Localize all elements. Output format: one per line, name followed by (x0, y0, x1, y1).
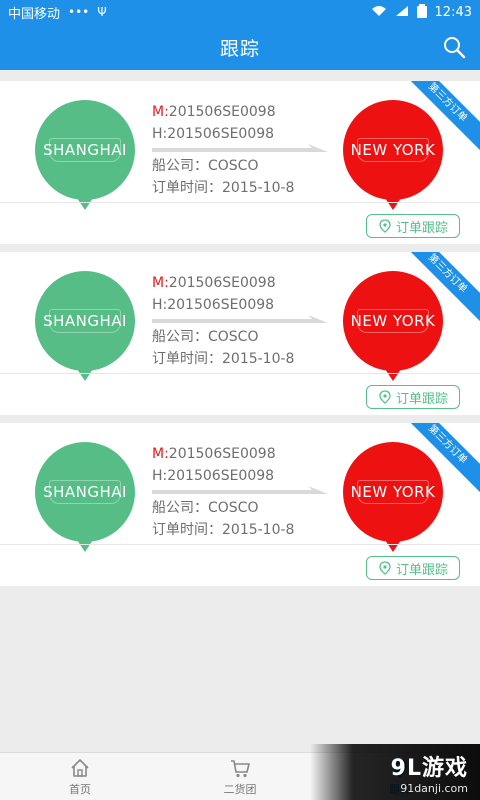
m-number: 201506SE0098 (168, 446, 276, 462)
route-arrow-icon (152, 144, 328, 152)
order-date-value: 2015-10-8 (222, 522, 295, 538)
m-number: 201506SE0098 (168, 104, 276, 120)
m-number: 201506SE0098 (168, 275, 276, 291)
destination-pin: NEW YORK (343, 442, 443, 542)
app-header: 跟踪 (0, 24, 480, 70)
destination-pin: NEW YORK (343, 271, 443, 371)
page-title: 跟踪 (219, 37, 260, 60)
origin-city: SHANGHAI (43, 312, 127, 330)
m-label: M: (152, 446, 169, 462)
tab-group-buy[interactable]: 二货团 (160, 753, 320, 800)
divider (0, 202, 480, 203)
order-date-value: 2015-10-8 (222, 180, 295, 196)
wifi-icon (371, 5, 387, 20)
carrier-name: 中国移动 (8, 6, 61, 22)
signal-dots: ••• (68, 5, 90, 19)
order-date-value: 2015-10-8 (222, 351, 295, 367)
battery-icon (416, 3, 427, 21)
order-card[interactable]: SHANGHAI M:201506SE0098 H:201506SE0098 船… (0, 81, 480, 244)
carrier-value: COSCO (208, 329, 259, 345)
order-route: SHANGHAI M:201506SE0098 H:201506SE0098 船… (0, 252, 480, 372)
status-bar: 中国移动 ••• Ψ 12:43 (0, 0, 480, 24)
cart-icon (231, 759, 250, 777)
watermark: 9L游戏 91danji.com (310, 744, 480, 800)
order-date-label: 订单时间： (152, 351, 222, 367)
m-label: M: (152, 275, 169, 291)
route-arrow-icon (152, 315, 328, 323)
destination-city: NEW YORK (350, 141, 436, 159)
tab-home-label: 首页 (69, 782, 91, 796)
destination-city: NEW YORK (350, 483, 436, 501)
location-pin-icon (379, 561, 391, 575)
destination-pin: NEW YORK (343, 100, 443, 200)
origin-pin: SHANGHAI (35, 442, 135, 542)
location-pin-icon (379, 219, 391, 233)
order-card[interactable]: SHANGHAI M:201506SE0098 H:201506SE0098 船… (0, 252, 480, 415)
h-number: H:201506SE0098 (152, 126, 275, 142)
status-time: 12:43 (434, 4, 472, 20)
carrier-label: 船公司： (152, 500, 208, 516)
carrier-value: COSCO (208, 158, 259, 174)
usb-icon: Ψ (97, 5, 107, 19)
carrier-label: 船公司： (152, 329, 208, 345)
destination-city: NEW YORK (350, 312, 436, 330)
watermark-url: 91danji.com (400, 781, 468, 795)
divider (0, 544, 480, 545)
watermark-logo: 9L游戏 (390, 755, 468, 781)
carrier-label: 船公司： (152, 158, 208, 174)
origin-pin: SHANGHAI (35, 100, 135, 200)
search-icon[interactable] (442, 35, 466, 59)
home-icon (71, 758, 89, 777)
order-track-label: 订单跟踪 (395, 391, 448, 407)
location-pin-icon (379, 390, 391, 404)
tab-group-buy-label: 二货团 (223, 782, 257, 796)
order-track-button[interactable]: 订单跟踪 (366, 385, 460, 409)
tab-home[interactable]: 首页 (0, 753, 160, 800)
m-label: M: (152, 104, 169, 120)
order-route: SHANGHAI M:201506SE0098 H:201506SE0098 船… (0, 423, 480, 543)
origin-city: SHANGHAI (43, 141, 127, 159)
cell-signal-icon (395, 5, 409, 20)
order-card[interactable]: SHANGHAI M:201506SE0098 H:201506SE0098 船… (0, 423, 480, 586)
carrier-value: COSCO (208, 500, 259, 516)
order-track-label: 订单跟踪 (395, 220, 448, 236)
h-number: H:201506SE0098 (152, 468, 275, 484)
order-date-label: 订单时间： (152, 522, 222, 538)
order-track-button[interactable]: 订单跟踪 (366, 214, 460, 238)
origin-pin: SHANGHAI (35, 271, 135, 371)
order-route: SHANGHAI M:201506SE0098 H:201506SE0098 船… (0, 81, 480, 201)
order-track-label: 订单跟踪 (395, 562, 448, 578)
divider (0, 373, 480, 374)
h-number: H:201506SE0098 (152, 297, 275, 313)
order-date-label: 订单时间： (152, 180, 222, 196)
origin-city: SHANGHAI (43, 483, 127, 501)
route-arrow-icon (152, 486, 328, 494)
order-track-button[interactable]: 订单跟踪 (366, 556, 460, 580)
